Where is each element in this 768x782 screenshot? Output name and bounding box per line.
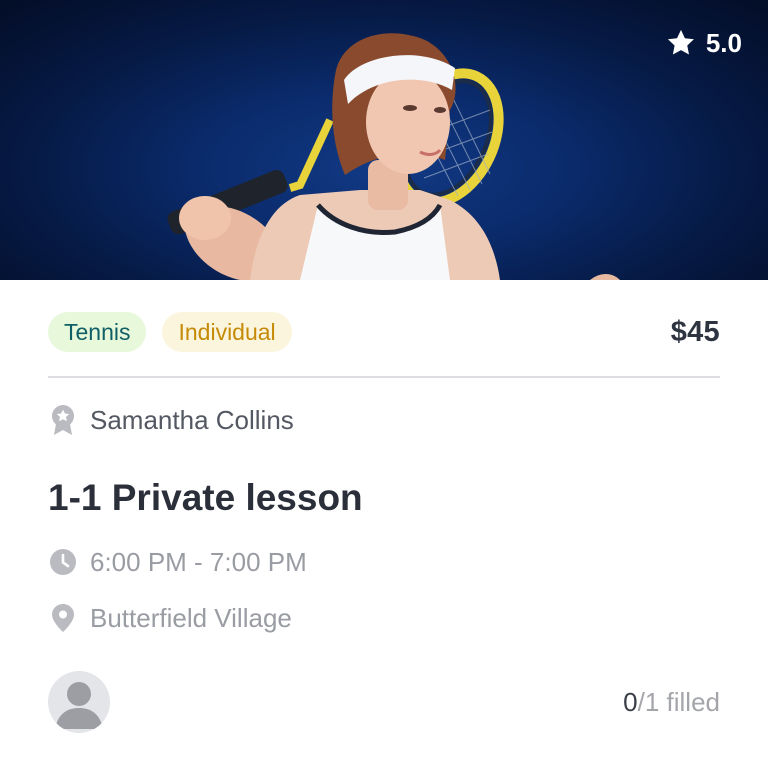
sport-tag[interactable]: Tennis xyxy=(48,312,147,352)
rating-badge: 5.0 xyxy=(664,26,742,60)
hero-photo: 5.0 xyxy=(0,0,768,280)
filled-count: 0 xyxy=(623,687,638,717)
tags-price-row: Tennis Individual $45 xyxy=(48,312,720,352)
lesson-card[interactable]: 5.0 Tennis Individual $45 Samantha Colli… xyxy=(0,0,768,782)
rating-value: 5.0 xyxy=(705,28,742,58)
divider xyxy=(48,376,720,378)
location-row[interactable]: Butterfield Village xyxy=(48,600,292,636)
capacity-status: 0/1 filled xyxy=(623,684,720,720)
coach-row[interactable]: Samantha Collins xyxy=(48,402,294,438)
lesson-type-tag[interactable]: Individual xyxy=(162,312,292,352)
time-row: 6:00 PM - 7:00 PM xyxy=(48,544,307,580)
award-badge-icon xyxy=(48,405,78,435)
lesson-title: 1-1 Private lesson xyxy=(48,477,363,518)
user-avatar-icon[interactable] xyxy=(48,671,110,733)
coach-name: Samantha Collins xyxy=(90,404,294,435)
clock-icon xyxy=(48,547,78,577)
lesson-time: 6:00 PM - 7:00 PM xyxy=(90,546,307,577)
lesson-location: Butterfield Village xyxy=(90,602,292,633)
price: $45 xyxy=(670,315,720,348)
map-pin-icon xyxy=(48,603,78,633)
capacity-label: /1 filled xyxy=(637,687,720,717)
star-icon xyxy=(667,29,694,55)
tennis-player-photo xyxy=(167,33,620,280)
tag-list: Tennis Individual xyxy=(48,312,292,352)
